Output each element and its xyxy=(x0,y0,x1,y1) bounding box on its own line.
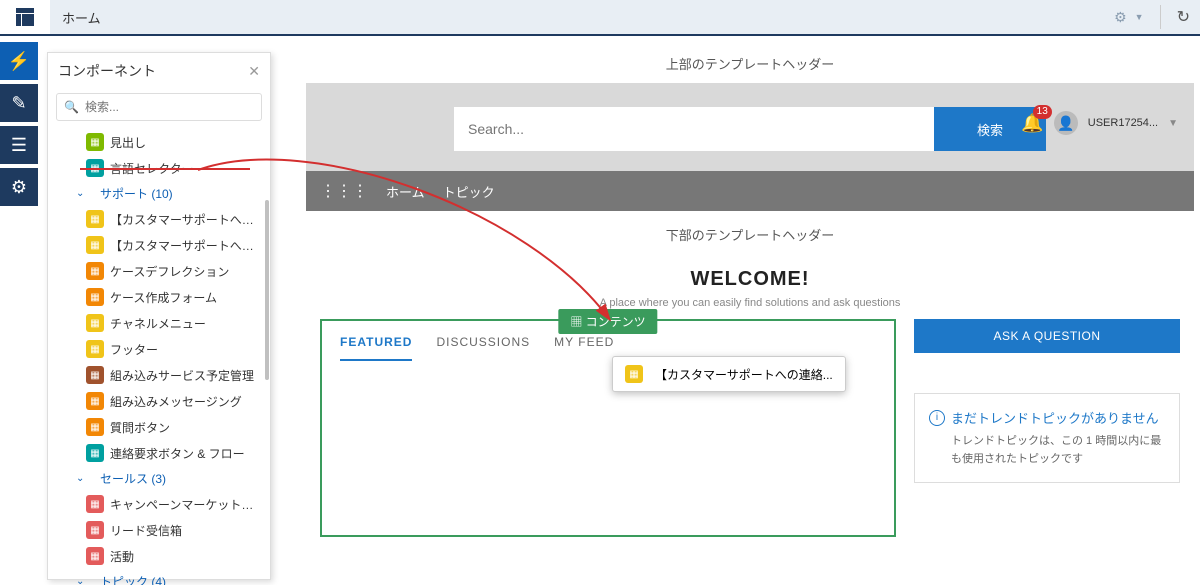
top-bar: ホーム ⚙ ▼ ↻ xyxy=(0,0,1200,36)
rail-components[interactable]: ⚡ xyxy=(0,42,38,80)
tree-item[interactable]: ▦ 組み込みサービス予定管理 xyxy=(48,362,270,388)
tab-myfeed[interactable]: MY FEED xyxy=(554,335,614,361)
component-icon: ▦ xyxy=(86,521,104,539)
tree-item-label: ケースデフレクション xyxy=(110,263,262,280)
nav-home[interactable]: ホーム xyxy=(386,182,425,201)
trending-box: i まだトレンドトピックがありません トレンドトピックは、この 1 時間以内に最… xyxy=(914,393,1180,483)
tree-category[interactable]: ⌄トピック (4) xyxy=(48,569,270,585)
app-logo[interactable] xyxy=(0,0,50,34)
tree-item[interactable]: ▦ 【カスタマーサポートへの連... xyxy=(48,232,270,258)
tree-item[interactable]: ▦ 見出し xyxy=(48,129,270,155)
tree-item[interactable]: ▦ チャネルメニュー xyxy=(48,310,270,336)
tree-category[interactable]: ⌄セールス (3) xyxy=(48,466,270,491)
annotation-underline xyxy=(80,168,250,170)
search-icon: 🔍 xyxy=(64,100,79,114)
tree-item-label: 組み込みメッセージング xyxy=(110,393,262,410)
tree-item-label: キャンペーンマーケットプレ... xyxy=(110,496,262,513)
page-title: ホーム xyxy=(50,8,113,27)
drag-tooltip-label: 【カスタマーサポートへの連絡... xyxy=(655,366,833,383)
component-icon: ▦ xyxy=(86,262,104,280)
drag-tooltip: ▦ 【カスタマーサポートへの連絡... xyxy=(612,356,846,392)
divider xyxy=(1160,5,1161,29)
tree-item-label: ケース作成フォーム xyxy=(110,289,262,306)
panel-title: コンポーネント xyxy=(58,61,156,81)
component-icon: ▦ xyxy=(86,392,104,410)
welcome-title: WELCOME! xyxy=(306,268,1194,291)
template-header-top: 上部のテンプレートヘッダー xyxy=(306,44,1194,83)
component-icon: ▦ xyxy=(86,210,104,228)
tree-item[interactable]: ▦ ケースデフレクション xyxy=(48,258,270,284)
notification-bell-icon[interactable]: 🔔13 xyxy=(1021,113,1043,134)
tree-item-label: 連絡要求ボタン & フロー xyxy=(110,445,262,462)
component-tree: ▦見出し▦言語セレクター⌄サポート (10)▦【カスタマーサポートへの連...▦… xyxy=(48,125,270,585)
tree-item[interactable]: ▦ 組み込みメッセージング xyxy=(48,388,270,414)
content-dropzone[interactable]: ▦ コンテンツ FEATURED DISCUSSIONS MY FEED xyxy=(320,319,896,537)
tree-item-label: 組み込みサービス予定管理 xyxy=(110,367,262,384)
tree-category[interactable]: ⌄サポート (10) xyxy=(48,181,270,206)
nav-topic[interactable]: トピック xyxy=(443,182,495,201)
scrollbar[interactable] xyxy=(265,200,269,380)
tree-item[interactable]: ▦ フッター xyxy=(48,336,270,362)
tree-item-label: 活動 xyxy=(110,548,262,565)
tree-item-label: 【カスタマーサポートへの連... xyxy=(110,237,262,254)
rail-theme[interactable]: ✎ xyxy=(0,84,38,122)
tree-item-label: 【カスタマーサポートへの連... xyxy=(110,211,262,228)
component-icon: ▦ xyxy=(86,444,104,462)
rail-settings[interactable]: ⚙ xyxy=(0,168,38,206)
component-panel: コンポーネント ✕ 🔍 ▦見出し▦言語セレクター⌄サポート (10)▦【カスタマ… xyxy=(47,52,271,580)
tree-item-label: 質問ボタン xyxy=(110,419,262,436)
avatar[interactable]: 👤 xyxy=(1054,111,1078,135)
component-icon: ▦ xyxy=(86,314,104,332)
trending-title: まだトレンドトピックがありません xyxy=(951,408,1159,427)
tree-item[interactable]: ▦ リード受信箱 xyxy=(48,517,270,543)
component-icon: ▦ xyxy=(86,418,104,436)
trending-subtitle: トレンドトピックは、この 1 時間以内に最も使用されたトピックです xyxy=(929,433,1165,468)
nav-bar: ⋮⋮⋮ ホーム トピック xyxy=(306,171,1194,211)
left-rail: ⚡ ✎ ☰ ⚙ xyxy=(0,38,47,210)
hero-section: 検索 🔔13 👤 USER17254... ▼ ⋮⋮⋮ ホーム トピック xyxy=(306,83,1194,211)
component-icon: ▦ xyxy=(86,288,104,306)
tree-item[interactable]: ▦ キャンペーンマーケットプレ... xyxy=(48,491,270,517)
tree-item-label: 見出し xyxy=(110,134,262,151)
chevron-down-icon[interactable]: ▼ xyxy=(1135,12,1144,22)
component-icon: ▦ xyxy=(86,366,104,384)
tab-featured[interactable]: FEATURED xyxy=(340,335,412,361)
username: USER17254... xyxy=(1088,117,1158,129)
component-icon: ▦ xyxy=(86,236,104,254)
tree-item-label: フッター xyxy=(110,341,262,358)
layout-icon xyxy=(16,8,34,26)
refresh-icon[interactable]: ↻ xyxy=(1167,7,1200,27)
welcome-block: WELCOME! A place where you can easily fi… xyxy=(306,258,1194,319)
info-icon: i xyxy=(929,410,945,426)
tree-item[interactable]: ▦ 活動 xyxy=(48,543,270,569)
tree-item-label: チャネルメニュー xyxy=(110,315,262,332)
component-icon: ▦ xyxy=(86,340,104,358)
rail-pages[interactable]: ☰ xyxy=(0,126,38,164)
close-icon[interactable]: ✕ xyxy=(248,63,260,80)
component-icon: ▦ xyxy=(86,495,104,513)
chevron-down-icon: ⌄ xyxy=(76,473,90,484)
notification-badge: 13 xyxy=(1033,105,1052,119)
tab-discussions[interactable]: DISCUSSIONS xyxy=(436,335,530,361)
chevron-down-icon: ⌄ xyxy=(76,188,90,199)
welcome-subtitle: A place where you can easily find soluti… xyxy=(306,297,1194,309)
template-header-bottom: 下部のテンプレートヘッダー xyxy=(306,211,1194,258)
tree-item[interactable]: ▦ 【カスタマーサポートへの連... xyxy=(48,206,270,232)
tree-item-label: リード受信箱 xyxy=(110,522,262,539)
component-icon: ▦ xyxy=(86,133,104,151)
tree-item[interactable]: ▦ 連絡要求ボタン & フロー xyxy=(48,440,270,466)
gear-icon[interactable]: ⚙ xyxy=(1114,9,1127,26)
content-label: ▦ コンテンツ xyxy=(558,309,657,334)
component-icon: ▦ xyxy=(86,547,104,565)
app-launcher-icon[interactable]: ⋮⋮⋮ xyxy=(320,181,368,201)
panel-search-input[interactable] xyxy=(56,93,262,121)
preview-canvas: 上部のテンプレートヘッダー 検索 🔔13 👤 USER17254... ▼ ⋮⋮… xyxy=(306,44,1194,580)
component-icon: ▦ xyxy=(625,365,643,383)
tree-item[interactable]: ▦ 質問ボタン xyxy=(48,414,270,440)
chevron-down-icon[interactable]: ▼ xyxy=(1168,118,1178,129)
ask-question-button[interactable]: ASK A QUESTION xyxy=(914,319,1180,353)
tree-item[interactable]: ▦ ケース作成フォーム xyxy=(48,284,270,310)
hero-search-input[interactable] xyxy=(454,107,934,151)
